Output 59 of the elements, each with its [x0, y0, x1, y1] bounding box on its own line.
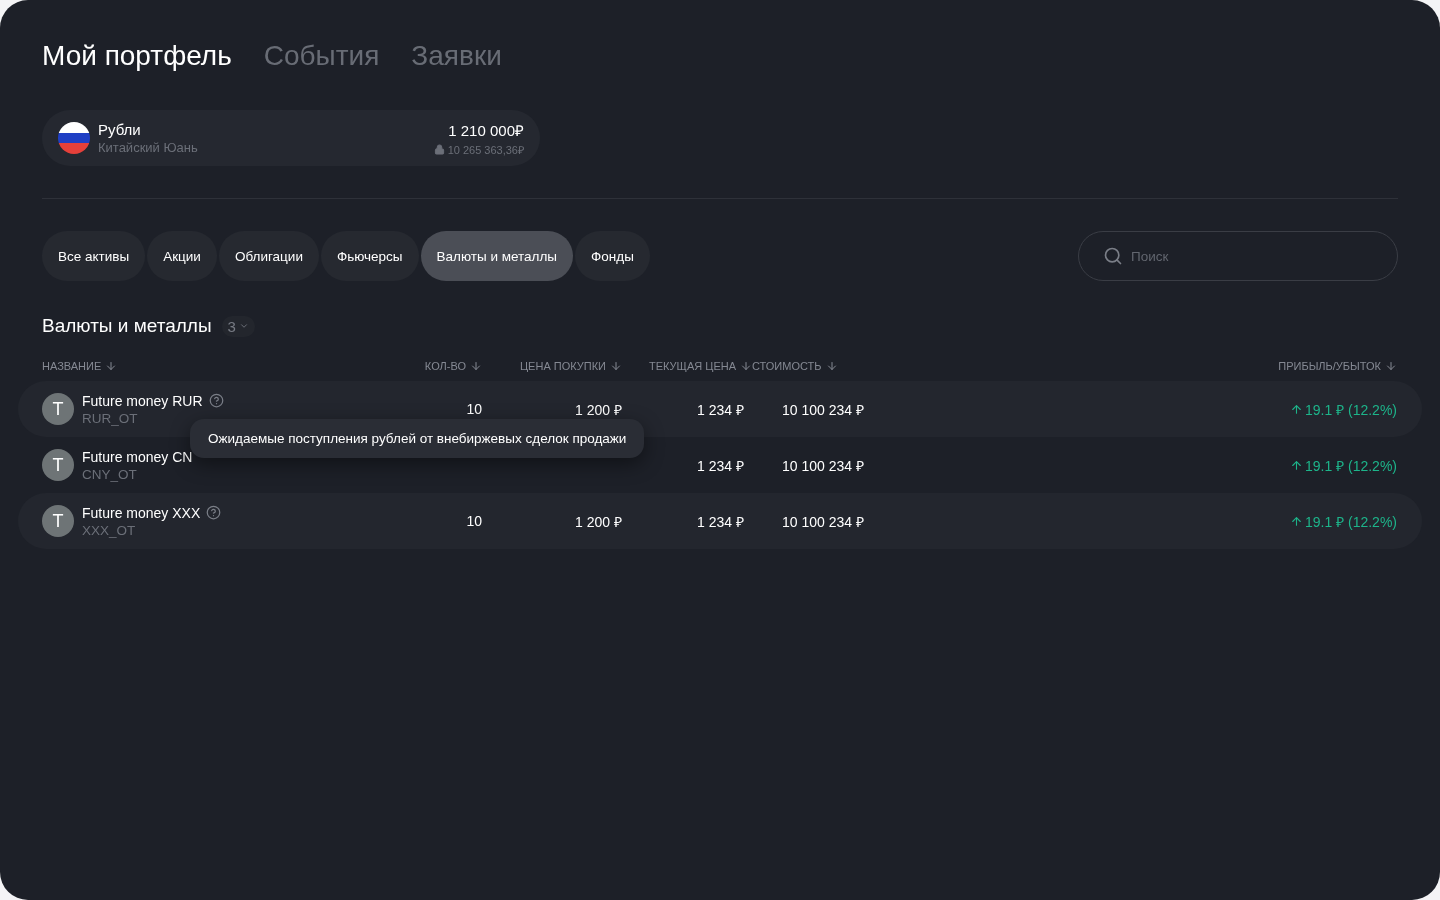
account-card[interactable]: Рубли Китайский Юань 1 210 000₽ 10 265 363,36₽ [42, 110, 540, 166]
filter-tab[interactable]: Фонды [575, 231, 650, 281]
sort-icon [825, 360, 838, 372]
account-name: Рубли [98, 121, 142, 138]
profit: 19.1 ₽ (12.2%) [1289, 455, 1397, 475]
filter-tab[interactable]: Фьючерсы [320, 231, 419, 281]
sort-icon [470, 360, 482, 372]
profit: 19.1 ₽ (12.2%) [1289, 511, 1397, 531]
value: 10 100 234 ₽ [781, 400, 864, 419]
value: 10 100 234 ₽ [781, 456, 864, 475]
arrow-up-icon [1289, 402, 1303, 416]
filter-tab[interactable]: Акции [147, 231, 217, 281]
help-icon[interactable] [206, 505, 222, 520]
column-header[interactable]: ЦЕНА ПОКУПКИ [520, 360, 622, 372]
filter-tab[interactable]: Все активы [42, 231, 146, 281]
asset-name: Future money CN [82, 448, 193, 465]
search-icon [1103, 246, 1123, 266]
arrow-up-icon [1289, 514, 1303, 528]
current-price: 1 234 ₽ [697, 456, 744, 475]
profit: 19.1 ₽ (12.2%) [1289, 399, 1397, 419]
current-price: 1 234 ₽ [697, 512, 744, 531]
asset-ticker: CNY_OT [82, 466, 138, 482]
table-row[interactable]: T Future money XXX XXX_OT 10 1 200 ₽ 1 234 ₽ 10 100 234 ₽ 19.1 ₽ (12.2%) [18, 493, 1422, 549]
asset-ticker: XXX_OT [82, 522, 137, 538]
buy-price: 1 200 ₽ [575, 400, 622, 419]
sort-icon [1385, 360, 1397, 372]
nav-tab[interactable]: Мой портфель [42, 40, 232, 72]
account-subtitle: Китайский Юань [98, 140, 199, 155]
asset-name: Future money XXX [82, 504, 201, 521]
section-title: Валюты и металлы [42, 315, 212, 337]
quantity: 10 [466, 513, 482, 529]
current-price: 1 234 ₽ [697, 400, 744, 419]
column-header[interactable]: НАЗВАНИЕ [42, 360, 118, 372]
account-amount: 1 210 000₽ [448, 120, 524, 140]
column-header[interactable]: ТЕКУЩАЯ ЦЕНА [649, 360, 752, 372]
filter-tab[interactable]: Валюты и металлы [420, 231, 574, 281]
flag-icon [58, 122, 90, 154]
help-icon[interactable] [208, 393, 224, 408]
value: 10 100 234 ₽ [781, 512, 864, 531]
arrow-up-icon [1289, 458, 1303, 472]
column-header[interactable]: ПРИБЫЛЬ/УБЫТОК [1278, 360, 1397, 372]
sort-icon [610, 360, 622, 372]
avatar: T [42, 505, 74, 537]
sort-icon [740, 360, 752, 372]
sort-icon [105, 360, 118, 372]
asset-name: Future money RUR [82, 392, 203, 409]
filter-tab[interactable]: Облигации [218, 231, 319, 281]
chevron-icon [238, 321, 249, 331]
asset-ticker: RUR_OT [82, 410, 139, 426]
avatar: T [42, 393, 74, 425]
search-field[interactable]: Поиск [1078, 231, 1398, 281]
column-header[interactable]: СТОИМОСТЬ [752, 360, 838, 372]
blocked-amount: 10 265 363,36₽ [447, 142, 524, 157]
quantity: 10 [466, 401, 482, 417]
lock-icon [433, 143, 445, 155]
column-header[interactable]: КОЛ-ВО [424, 360, 482, 372]
count-dropdown[interactable]: 3 [221, 315, 255, 337]
buy-price: 1 200 ₽ [575, 512, 622, 531]
avatar: T [42, 449, 74, 481]
